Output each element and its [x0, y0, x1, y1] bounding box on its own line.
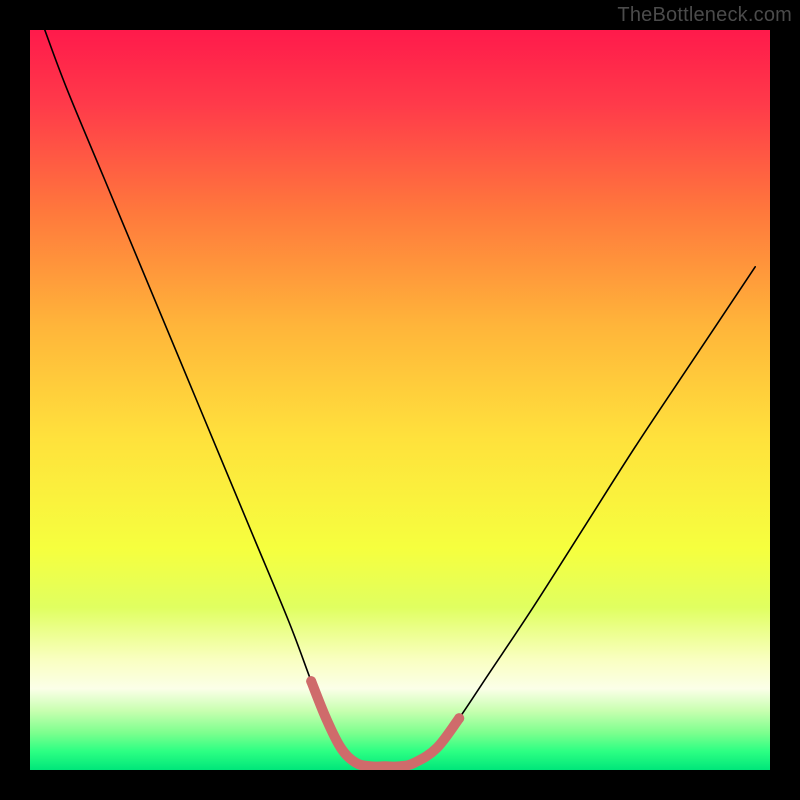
optimal-endpoint [454, 713, 464, 723]
bottleneck-chart [30, 30, 770, 770]
chart-frame: TheBottleneck.com [0, 0, 800, 800]
gradient-background [30, 30, 770, 770]
plot-area [30, 30, 770, 770]
optimal-endpoint [306, 676, 316, 686]
watermark-text: TheBottleneck.com [617, 4, 792, 27]
